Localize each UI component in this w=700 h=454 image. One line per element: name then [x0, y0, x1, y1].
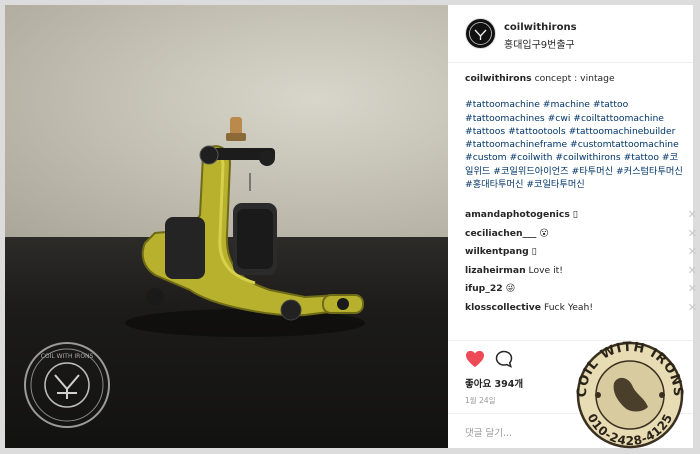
- comment-text: 😜: [505, 283, 516, 294]
- comment-item: ceciliachen___ 😮 ✕: [465, 227, 697, 246]
- close-icon[interactable]: ✕: [688, 301, 697, 314]
- brand-logo-icon: [469, 22, 492, 45]
- post-photo: COIL WITH IRONS: [5, 5, 448, 448]
- post-date: 1월 24일: [465, 396, 496, 405]
- comment-item: amandaphotogenics ▯ ✕: [465, 208, 697, 227]
- add-comment-placeholder: 댓글 달기...: [465, 428, 513, 439]
- comment-item: wilkentpang ▯ ✕: [465, 245, 697, 264]
- svg-text:COIL WITH IRONS: COIL WITH IRONS: [41, 353, 94, 360]
- comment-item: ifup_22 😜 ✕: [465, 282, 697, 301]
- comment-username[interactable]: lizaheirman: [465, 265, 526, 276]
- comment-item: lizaheirman Love it! ✕: [465, 264, 697, 283]
- close-icon[interactable]: ✕: [688, 227, 697, 240]
- comment-username[interactable]: wilkentpang: [465, 246, 529, 257]
- post-username[interactable]: coilwithirons: [504, 22, 577, 33]
- comment-text: Love it!: [528, 264, 563, 276]
- post-caption: coilwithirons concept : vintage #tattoom…: [465, 72, 685, 191]
- comment-text: 😮: [539, 227, 549, 239]
- close-icon[interactable]: ✕: [688, 264, 697, 277]
- brand-seal-logo: COIL WITH IRONS: [24, 342, 110, 428]
- heart-icon[interactable]: [465, 350, 485, 368]
- comment-username[interactable]: amandaphotogenics: [465, 209, 570, 220]
- comment-username[interactable]: klosscollective: [465, 302, 541, 313]
- post-modal: COIL WITH IRONS coilwithirons 홍대입구9번출구 c…: [0, 0, 700, 454]
- comment-username[interactable]: ceciliachen___: [465, 228, 536, 239]
- like-count[interactable]: 좋아요 394개: [465, 376, 523, 390]
- brand-stamp-watermark: COIL WITH IRONS 010-2428-4125: [575, 340, 684, 449]
- close-icon[interactable]: ✕: [688, 282, 697, 295]
- seal-emblem-icon: COIL WITH IRONS: [30, 348, 104, 422]
- post-location[interactable]: 홍대입구9번출구: [504, 36, 575, 51]
- caption-username[interactable]: coilwithirons: [465, 73, 532, 84]
- comment-text: ▯: [531, 246, 537, 257]
- caption-text: concept : vintage: [534, 73, 615, 84]
- comment-item: klosscollective Fuck Yeah! ✕: [465, 301, 697, 320]
- post-header: coilwithirons 홍대입구9번출구: [448, 5, 693, 63]
- caption-hashtags[interactable]: #tattoomachine #machine #tattoo #tattoom…: [465, 98, 685, 191]
- comment-text: ▯: [572, 209, 578, 220]
- comment-icon[interactable]: [495, 350, 513, 368]
- close-icon[interactable]: ✕: [688, 245, 697, 258]
- comment-text: Fuck Yeah!: [543, 301, 594, 313]
- comment-username[interactable]: ifup_22: [465, 283, 503, 294]
- comment-list: amandaphotogenics ▯ ✕ ceciliachen___ 😮 ✕…: [465, 208, 697, 320]
- avatar[interactable]: [465, 18, 496, 49]
- close-icon[interactable]: ✕: [688, 208, 697, 221]
